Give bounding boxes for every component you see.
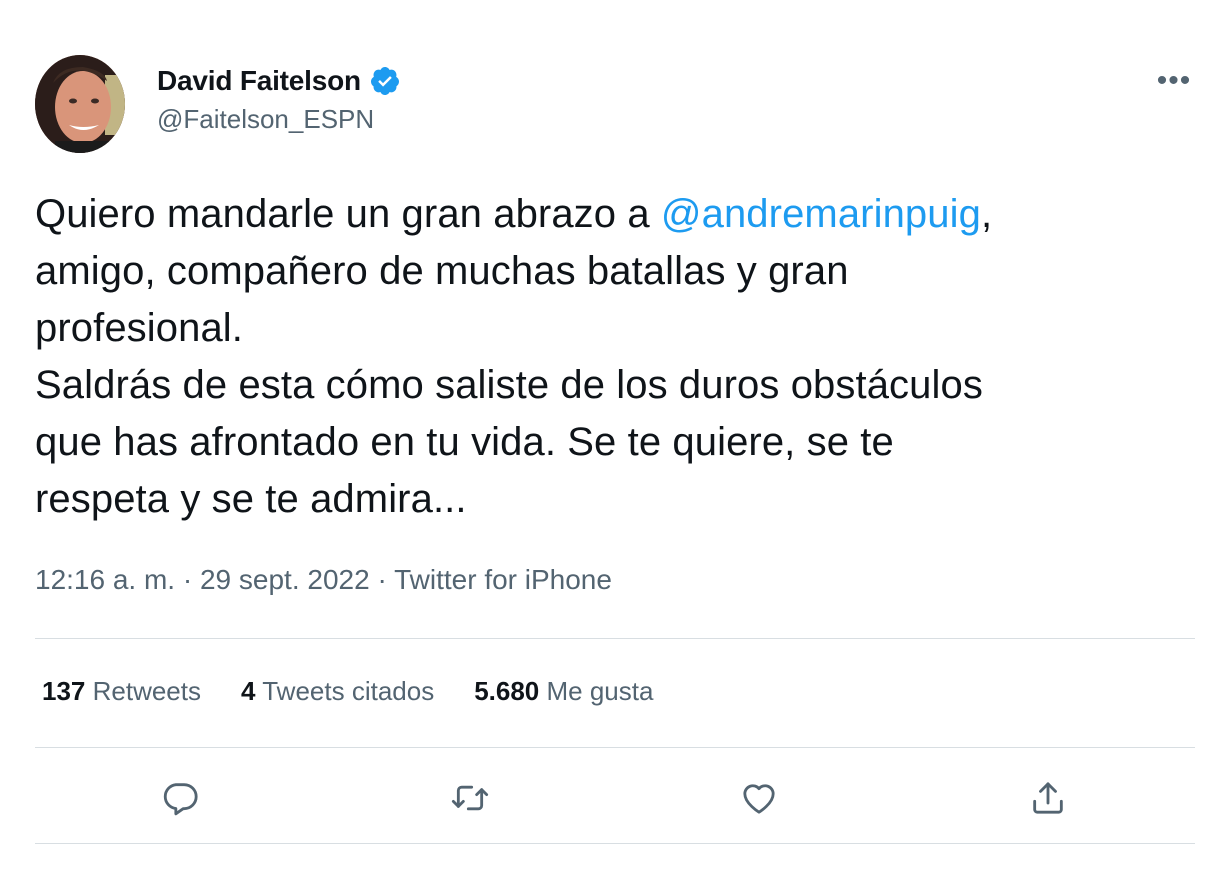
author-name-row: David Faitelson [157, 62, 401, 100]
tweet-line: respeta y se te admira... [35, 477, 467, 521]
tweet-card: David Faitelson @Faitelson_ESPN ••• Quie… [0, 0, 1224, 873]
likes-count: 5.680 [474, 676, 540, 706]
reply-icon [163, 783, 198, 816]
tweet-line: Saldrás de esta cómo saliste de los duro… [35, 363, 983, 407]
quote-tweets-stat[interactable]: 4 Tweets citados [241, 676, 434, 707]
likes-stat[interactable]: 5.680 Me gusta [474, 676, 653, 707]
meta-separator: · [175, 564, 200, 595]
quote-tweets-label: Tweets citados [255, 676, 435, 706]
retweets-stat[interactable]: 137 Retweets [42, 676, 201, 707]
retweets-count: 137 [42, 676, 86, 706]
divider [35, 747, 1195, 748]
engagement-stats: 137 Retweets 4 Tweets citados 5.680 Me g… [42, 676, 653, 707]
meta-separator: · [369, 564, 395, 595]
tweet-source[interactable]: Twitter for iPhone [394, 564, 612, 595]
share-icon [1033, 782, 1063, 814]
author-handle[interactable]: @Faitelson_ESPN [157, 104, 401, 135]
heart-icon [743, 784, 775, 814]
mention-link[interactable]: @andremarinpuig [661, 192, 981, 236]
tweet-line: amigo, compañero de muchas batallas y gr… [35, 249, 849, 293]
avatar-photo [35, 55, 125, 153]
retweet-icon [451, 785, 489, 811]
like-button[interactable] [737, 776, 781, 820]
tweet-date[interactable]: 29 sept. 2022 [200, 564, 370, 595]
avatar[interactable] [35, 55, 125, 153]
tweet-metadata: 12:16 a. m. · 29 sept. 2022 · Twitter fo… [35, 564, 612, 596]
share-button[interactable] [1026, 776, 1070, 820]
verified-badge-icon [369, 65, 401, 97]
more-options-icon[interactable]: ••• [1156, 64, 1192, 97]
tweet-line: que has afrontado en tu vida. Se te quie… [35, 420, 894, 464]
tweet-time[interactable]: 12:16 a. m. [35, 564, 175, 595]
author-block: David Faitelson @Faitelson_ESPN [157, 62, 401, 135]
reply-button[interactable] [158, 776, 202, 820]
divider [35, 843, 1195, 844]
tweet-line: profesional. [35, 306, 243, 350]
quote-tweets-count: 4 [241, 676, 256, 706]
tweet-text: Quiero mandarle un gran abrazo a @andrem… [35, 186, 1195, 528]
tweet-text-fragment: Quiero mandarle un gran abrazo a [35, 192, 661, 236]
retweet-button[interactable] [448, 776, 492, 820]
likes-label: Me gusta [539, 676, 654, 706]
author-display-name[interactable]: David Faitelson [157, 65, 361, 97]
tweet-text-fragment: , [980, 192, 993, 236]
tweet-line: Quiero mandarle un gran abrazo a @andrem… [35, 186, 1195, 243]
retweets-label: Retweets [85, 676, 201, 706]
divider [35, 638, 1195, 639]
